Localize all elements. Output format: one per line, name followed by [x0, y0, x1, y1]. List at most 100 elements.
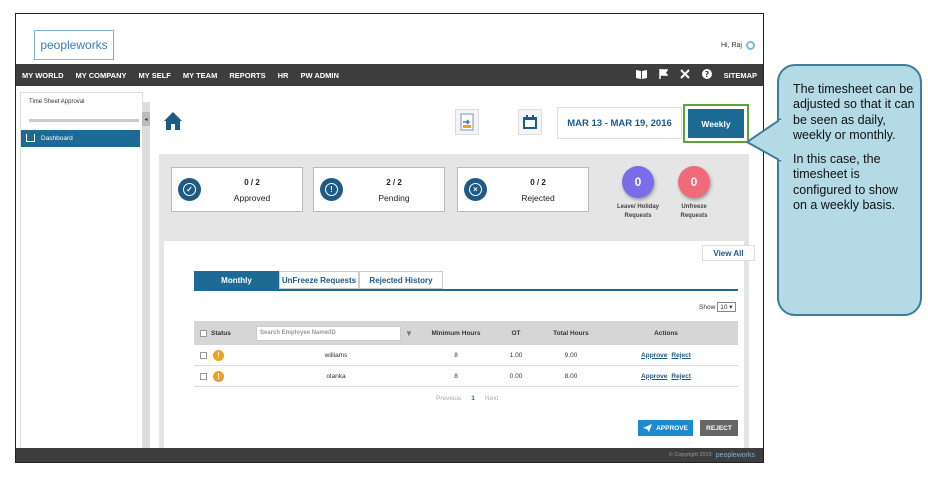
status-header: Status [194, 329, 256, 337]
rejected-count: 0 / 2 [530, 178, 546, 187]
sidebar-divider [29, 119, 139, 122]
export-button[interactable] [455, 109, 479, 135]
user-greeting: Hi, Raj [721, 41, 755, 50]
callout-pointer [746, 118, 782, 162]
approve-link[interactable]: Approve [641, 352, 667, 359]
ot-hours: 0.00 [509, 372, 523, 380]
callout-paragraph-2: In this case, the timesheet is configure… [793, 152, 898, 213]
leave-holiday-line2: Requests [624, 213, 652, 219]
row-checkbox[interactable] [200, 351, 207, 359]
pagination: Previous 1 Next [436, 395, 498, 402]
rejected-card[interactable]: × 0 / 2 Rejected [457, 167, 589, 212]
reject-link[interactable]: Reject [671, 373, 691, 380]
row-checkbox[interactable] [200, 372, 207, 380]
callout-paragraph-1: The timesheet can be adjusted so that it… [793, 82, 915, 142]
status-header-label: Status [211, 329, 231, 337]
app-window: peopleworks Hi, Raj MY WORLD MY COMPANY … [15, 13, 764, 463]
home-button[interactable] [162, 109, 184, 133]
chevron-left-icon[interactable]: ◂ [142, 112, 150, 126]
search-employee-input[interactable]: Search Employee Name/ID [256, 325, 401, 341]
row-actions: Approve Reject [606, 352, 726, 359]
pending-count: 2 / 2 [386, 178, 402, 187]
x-circle-icon: × [464, 178, 487, 201]
unfreeze-line2: Requests [680, 213, 708, 219]
weekly-view-highlight: Weekly [683, 104, 749, 143]
table-header: Status Search Employee Name/ID ▼ Minimum … [194, 321, 738, 345]
approved-count: 0 / 2 [244, 178, 260, 187]
view-all-button[interactable]: View All [702, 245, 755, 261]
dashboard-panel: ✓ 0 / 2 Approved ! 2 / 2 Pending × 0 / 2… [159, 154, 755, 459]
nav-sitemap[interactable]: SITEMAP [724, 71, 757, 80]
sidebar-item-dashboard[interactable]: Dashboard [21, 130, 140, 147]
weekly-button[interactable]: Weekly [688, 109, 744, 138]
select-all-checkbox[interactable] [200, 329, 207, 337]
exclamation-circle-icon: ! [320, 178, 343, 201]
book-icon[interactable] [635, 69, 647, 82]
nav-my-self[interactable]: MY SELF [133, 71, 177, 80]
leave-holiday-bubble[interactable]: 0 [622, 166, 654, 198]
page-size-control: Show 10 ▾ [699, 302, 736, 312]
app-logo[interactable]: peopleworks [34, 30, 114, 60]
approve-link[interactable]: Approve [641, 373, 667, 380]
pending-card[interactable]: ! 2 / 2 Pending [313, 167, 445, 212]
employee-name: olanka [326, 372, 346, 380]
reject-link[interactable]: Reject [671, 352, 691, 359]
total-hours: 8.00 [564, 372, 578, 380]
sidebar-item-label: Dashboard [41, 135, 73, 142]
unfreeze-bubble[interactable]: 0 [678, 166, 710, 198]
min-hours: 8 [454, 372, 458, 380]
employee-name: williams [324, 351, 348, 359]
callout-box: The timesheet can be adjusted so that it… [746, 64, 922, 316]
flag-icon[interactable] [658, 68, 669, 82]
show-label: Show [699, 303, 716, 311]
sidebar: Time Sheet Approval Dashboard [20, 92, 143, 452]
unfreeze-line1: Unfreeze [681, 204, 707, 210]
approve-button[interactable]: APPROVE [638, 420, 693, 436]
calendar-icon [523, 115, 537, 129]
sidebar-collapse-bar[interactable]: ◂ [142, 102, 150, 452]
filter-icon[interactable]: ▼ [405, 329, 413, 338]
nav-hr[interactable]: HR [272, 71, 295, 80]
tools-icon[interactable] [679, 68, 690, 82]
send-icon [643, 424, 653, 432]
min-hours-header: Minimum Hours [431, 329, 481, 337]
nav-my-world[interactable]: MY WORLD [16, 71, 70, 80]
tab-underline [194, 289, 738, 291]
nav-reports[interactable]: REPORTS [223, 71, 271, 80]
ot-header: OT [511, 329, 521, 337]
export-icon [460, 113, 474, 131]
unfreeze-label: Unfreeze Requests [664, 203, 724, 221]
nav-my-company[interactable]: MY COMPANY [70, 71, 133, 80]
row-status: ! [194, 370, 256, 382]
date-range-display[interactable]: MAR 13 - MAR 19, 2016 [557, 107, 682, 139]
total-hours: 9.00 [564, 351, 578, 359]
main-nav: MY WORLD MY COMPANY MY SELF MY TEAM REPO… [16, 64, 763, 86]
table-row: ! williams 8 1.00 9.00 Approve Reject [194, 345, 738, 366]
settings-icon[interactable] [746, 41, 755, 50]
nav-my-team[interactable]: MY TEAM [177, 71, 223, 80]
pager-page[interactable]: 1 [471, 395, 475, 402]
pager-next[interactable]: Next [485, 395, 498, 402]
total-hours-header: Total Hours [553, 329, 589, 337]
tab-unfreeze-requests[interactable]: UnFreeze Requests [279, 271, 359, 289]
callout-text: The timesheet can be adjusted so that it… [793, 82, 915, 222]
pending-warning-icon: ! [213, 370, 224, 382]
row-status: ! [194, 349, 256, 361]
row-actions: Approve Reject [606, 373, 726, 380]
copyright-text: © Copyright 2016 [668, 452, 712, 458]
min-hours: 8 [454, 351, 458, 359]
calendar-button[interactable] [518, 109, 542, 135]
nav-pw-admin[interactable]: PW ADMIN [294, 71, 344, 80]
page-size-select[interactable]: 10 ▾ [717, 302, 736, 312]
leave-holiday-line1: Leave/ Holiday [616, 204, 660, 210]
table-row: ! olanka 8 0.00 8.00 Approve Reject [194, 366, 738, 387]
pager-previous[interactable]: Previous [436, 395, 461, 402]
house-icon [164, 112, 182, 130]
check-circle-icon: ✓ [178, 178, 201, 201]
search-wrap: Search Employee Name/ID ▼ [256, 325, 416, 341]
reject-button[interactable]: REJECT [700, 420, 738, 436]
help-icon[interactable]: ? [701, 68, 712, 82]
tab-monthly[interactable]: Monthly [194, 271, 279, 289]
tab-rejected-history[interactable]: Rejected History [359, 271, 443, 289]
approved-card[interactable]: ✓ 0 / 2 Approved [171, 167, 303, 212]
